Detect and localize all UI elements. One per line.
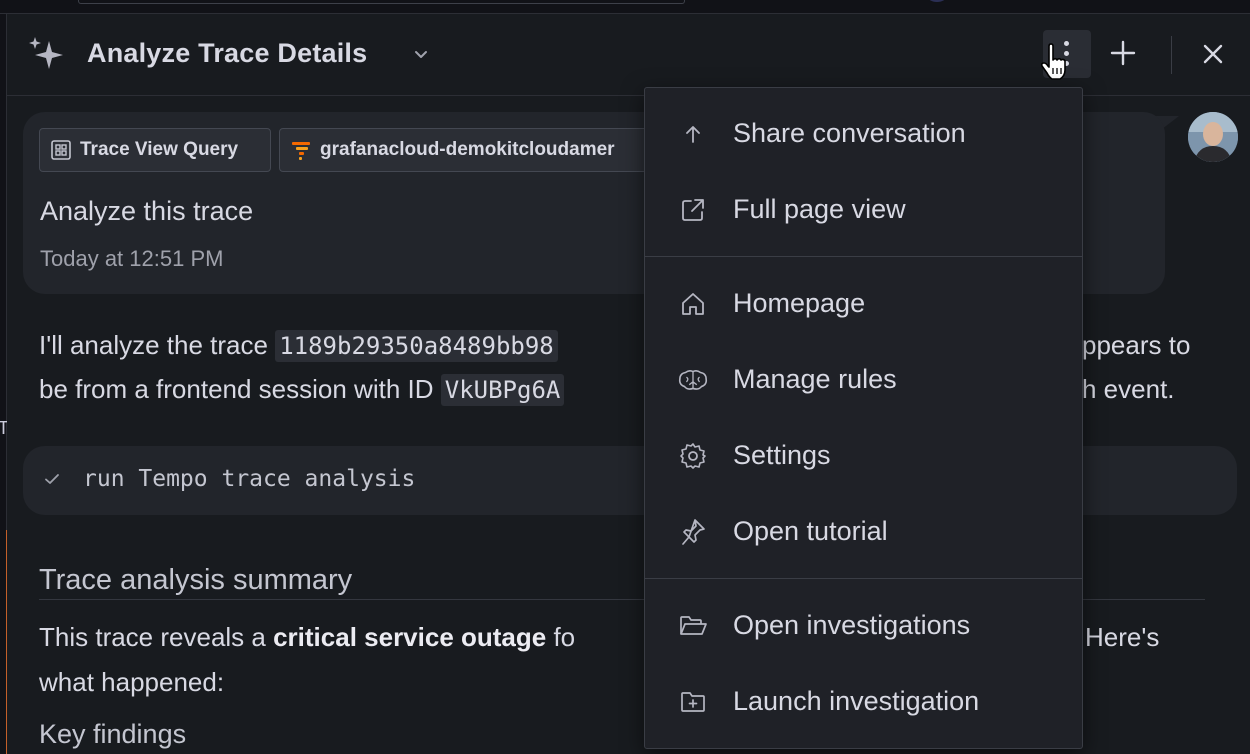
summary-text: fo [546,622,576,652]
summary-paragraph-end: Here's [1085,622,1160,652]
menu-item-label: Settings [733,440,831,470]
menu-divider [645,578,1082,579]
menu-divider [645,256,1082,257]
external-link-icon [678,197,708,223]
context-chip-query[interactable]: Trace View Query [39,128,271,172]
brain-icon [678,367,708,393]
panel-title[interactable]: Analyze Trace Details [87,38,367,69]
menu-item-label: Share conversation [733,118,966,148]
top-avatar-edge [928,0,946,2]
close-icon[interactable] [1200,41,1226,67]
menu-item-label: Open investigations [733,610,971,640]
pin-icon [678,519,708,545]
gear-icon [678,443,708,469]
context-chip-datasource[interactable]: grafanacloud-demokitcloudamer [279,128,659,172]
top-toolbar-strip [0,0,1250,14]
tool-call-label: run Tempo trace analysis [83,466,416,492]
pointer-cursor-icon [1040,43,1066,80]
menu-item-label: Manage rules [733,364,897,394]
user-message-text: Analyze this trace [40,196,254,226]
menu-item-launch-investigation[interactable]: Launch investigation [645,668,1082,736]
summary-paragraph-line-2: what happened: [39,667,225,697]
summary-bold-text: critical service outage [273,622,547,652]
more-options-menu: Share conversation Full page view Homepa… [644,87,1083,749]
chip-label: Trace View Query [80,139,239,160]
menu-item-manage-rules[interactable]: Manage rules [645,346,1082,414]
response-line-1-end: ppears to [1082,330,1191,360]
folder-open-icon [678,613,708,639]
session-id-code: VkUBPg6A [440,374,565,406]
folder-plus-icon [678,689,708,715]
trace-id-code: 1189b29350a8489bb98 [275,330,558,362]
response-text: be from a frontend session with ID [39,374,441,404]
new-chat-button[interactable] [1108,38,1138,68]
menu-item-share-conversation[interactable]: Share conversation [645,100,1082,168]
header-divider [1171,36,1172,74]
top-search-field[interactable] [78,0,685,4]
response-line-2-end: h event. [1082,374,1175,404]
menu-item-open-tutorial[interactable]: Open tutorial [645,498,1082,566]
tempo-icon [292,142,310,160]
key-findings-heading: Key findings [39,719,187,749]
chip-label: grafanacloud-demokitcloudamer [320,139,615,160]
menu-item-label: Homepage [733,288,866,318]
menu-item-settings[interactable]: Settings [645,422,1082,490]
menu-item-homepage[interactable]: Homepage [645,270,1082,338]
check-icon [45,474,59,484]
menu-item-label: Full page view [733,194,906,224]
menu-item-open-investigations[interactable]: Open investigations [645,592,1082,660]
summary-text: This trace reveals a [39,622,274,652]
menu-item-full-page-view[interactable]: Full page view [645,176,1082,244]
summary-heading: Trace analysis summary [39,564,353,596]
menu-item-label: Open tutorial [733,516,888,546]
message-timestamp: Today at 12:51 PM [40,246,224,271]
sparkle-icon [29,37,63,69]
response-text: I'll analyze the trace [39,330,276,360]
arrow-up-icon [678,121,708,147]
response-line-1: I'll analyze the trace 1189b29350a8489bb… [39,330,558,362]
summary-paragraph: This trace reveals a critical service ou… [39,622,575,653]
home-icon [678,291,708,317]
grid-icon [51,140,71,160]
menu-item-label: Launch investigation [733,686,980,716]
chevron-down-icon[interactable] [411,45,431,65]
response-line-2: be from a frontend session with ID VkUBP… [39,374,565,406]
avatar [1188,112,1238,162]
